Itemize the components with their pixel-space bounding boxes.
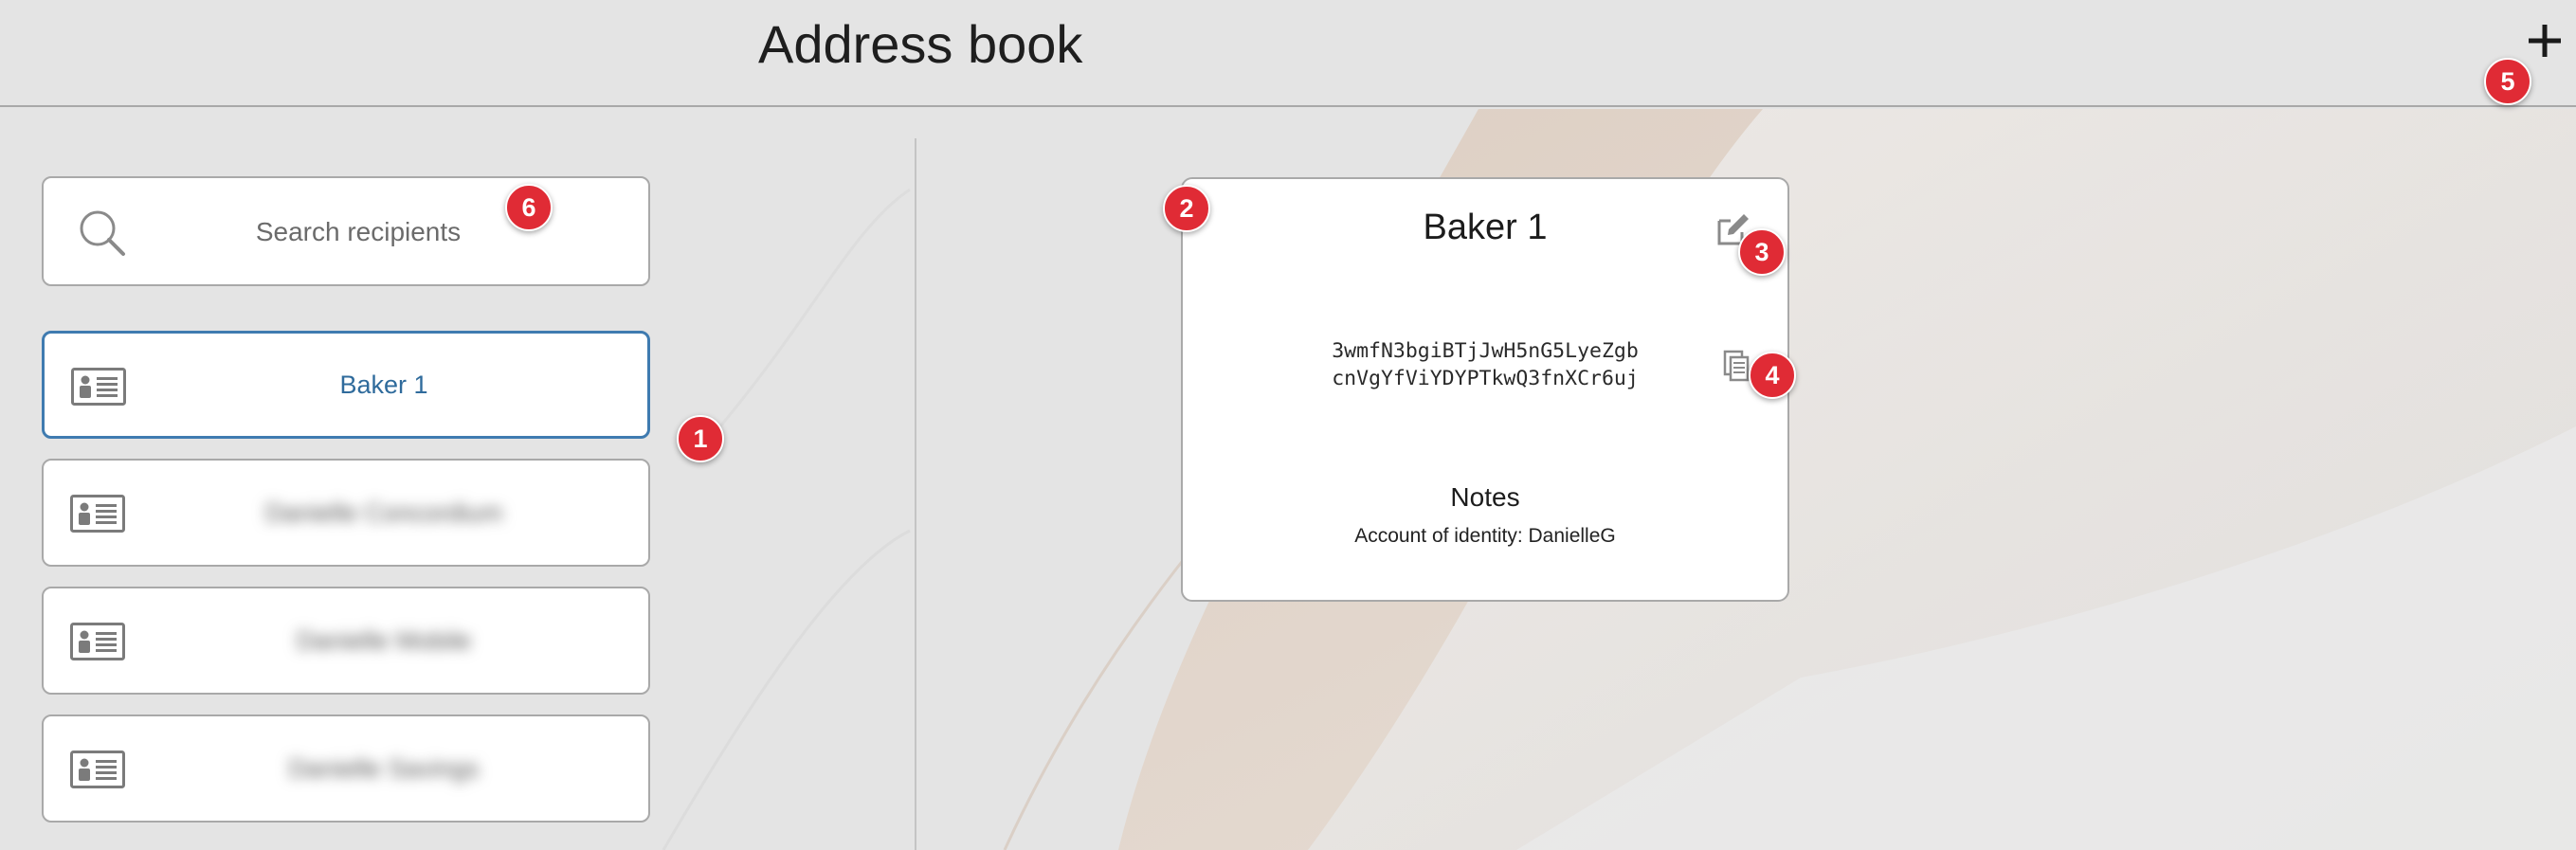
annotation-badge-1: 1 (677, 415, 724, 462)
recipient-name: Baker 1 (339, 370, 428, 399)
recipient-detail-name: Baker 1 (1423, 208, 1548, 247)
annotation-badge-4: 4 (1749, 352, 1796, 399)
address-line-2: cnVgYfViYDYPTkwQ3fnXCr6uj (1332, 367, 1639, 390)
page-title: Address book (758, 14, 1083, 74)
annotation-badge-6: 6 (505, 184, 553, 231)
search-icon (80, 210, 125, 256)
plus-icon (2529, 25, 2561, 57)
contact-card-icon (71, 368, 126, 406)
contact-card-icon (70, 495, 125, 533)
address-line-1: 3wmfN3bgiBTjJwH5nG5LyeZgb (1332, 339, 1639, 363)
recipient-item-baker-1[interactable]: Baker 1 (42, 331, 650, 439)
recipient-address: 3wmfN3bgiBTjJwH5nG5LyeZgb cnVgYfViYDYPTk… (1183, 337, 1787, 392)
copy-icon[interactable] (1723, 350, 1750, 382)
contact-card-icon (70, 623, 125, 660)
notes-text: Account of identity: DanielleG (1354, 525, 1616, 547)
recipient-item[interactable]: Danielle Concordium (42, 459, 650, 567)
recipient-name: Danielle Mobile (296, 625, 472, 655)
annotation-badge-5: 5 (2484, 58, 2531, 105)
header-bar: Address book (0, 0, 2576, 107)
recipient-item[interactable]: Danielle Mobile (42, 587, 650, 695)
notes-title: Notes (1450, 482, 1520, 512)
annotation-badge-2: 2 (1163, 185, 1210, 232)
recipient-detail-card: Baker 1 3wmfN3bgiBTjJwH5nG5LyeZgb cnVgYf… (1181, 177, 1789, 602)
recipient-item[interactable]: Danielle Savings (42, 714, 650, 823)
recipient-name: Danielle Savings (288, 753, 480, 783)
recipient-name: Danielle Concordium (264, 497, 503, 527)
contact-card-icon (70, 751, 125, 788)
add-recipient-button[interactable] (2521, 17, 2568, 64)
panel-divider (915, 138, 916, 850)
annotation-badge-3: 3 (1738, 228, 1786, 276)
search-field[interactable] (42, 176, 650, 286)
